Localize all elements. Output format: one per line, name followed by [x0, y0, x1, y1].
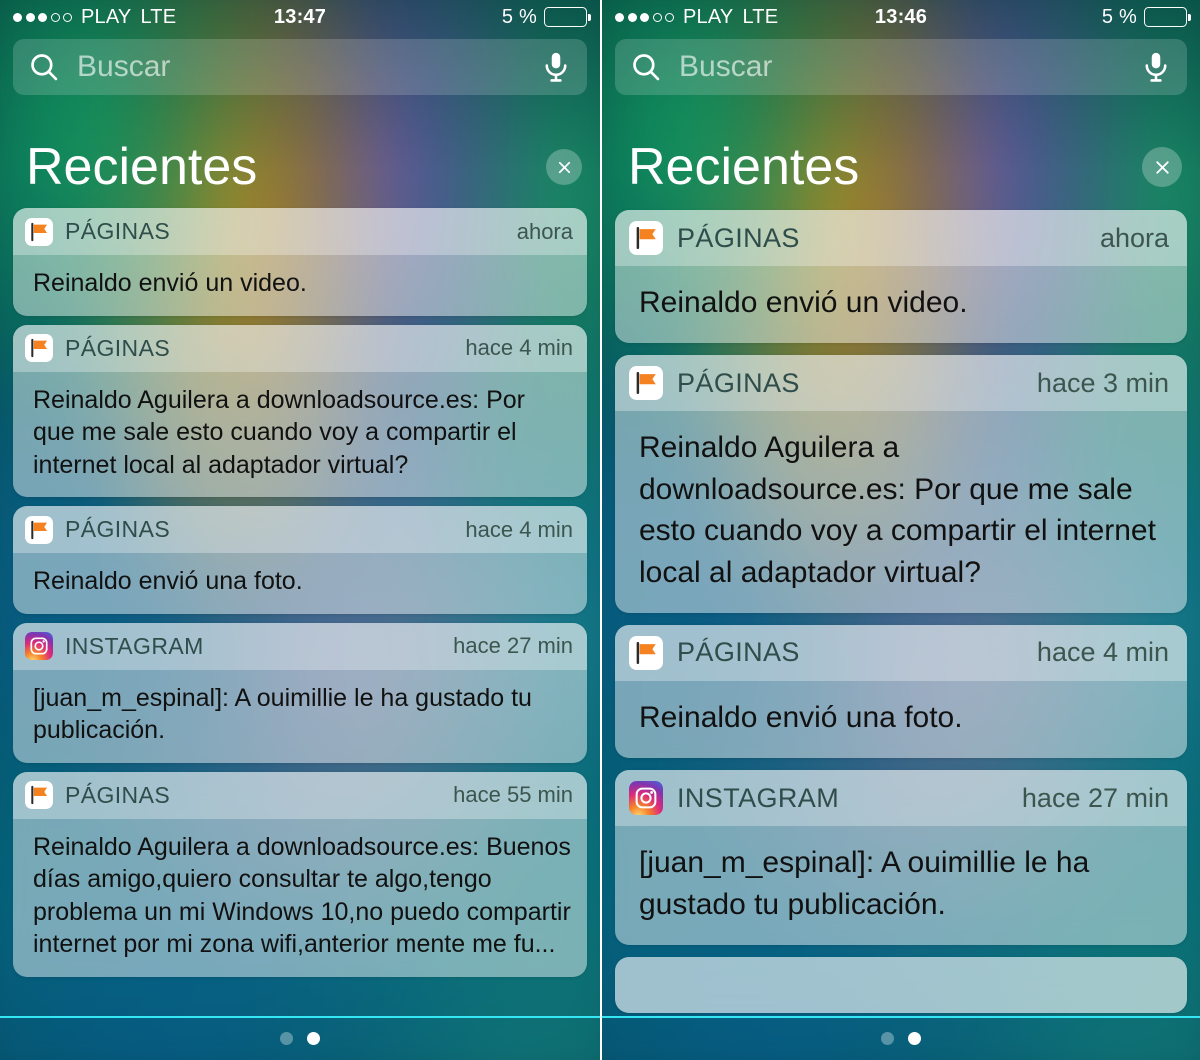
notification-header: INSTAGRAM hace 27 min	[615, 770, 1187, 827]
notification-body: Reinaldo envió una foto.	[639, 700, 963, 734]
notification-app-name: PÁGINAS	[65, 218, 171, 244]
notification-card[interactable]: PÁGINAS hace 3 min Reinaldo Aguilera a d…	[615, 355, 1187, 613]
notification-card[interactable]: PÁGINAS ahora Reinaldo envió un video.	[615, 210, 1187, 344]
pages-flag-icon	[629, 366, 663, 401]
notification-header: PÁGINAS hace 3 min	[615, 355, 1187, 412]
notification-card[interactable]: PÁGINAS hace 55 min Reinaldo Aguilera a …	[13, 771, 587, 977]
notification-body: Reinaldo Aguilera a downloadsource.es: B…	[33, 832, 571, 959]
page-dot-active[interactable]	[307, 1031, 320, 1045]
network-type: LTE	[140, 5, 177, 28]
recents-header: Recientes	[0, 128, 600, 206]
status-clock: 13:47	[273, 5, 327, 28]
notification-body: [juan_m_espinal]: A ouimillie le ha gust…	[639, 846, 1090, 921]
notification-list: PÁGINAS ahora Reinaldo envió un video. P…	[602, 210, 1200, 1014]
search-icon	[629, 50, 663, 84]
notification-card[interactable]: PÁGINAS hace 4 min Reinaldo envió una fo…	[13, 506, 587, 614]
close-icon	[1155, 160, 1169, 174]
search-input[interactable]: Buscar	[679, 50, 1139, 84]
battery-icon	[1144, 7, 1191, 27]
pages-flag-icon	[25, 515, 53, 544]
notification-app-name: INSTAGRAM	[65, 632, 204, 659]
left-panel: PLAY LTE 13:47 5 % Buscar Recientes PÁGI…	[0, 0, 600, 1060]
pages-flag-icon	[25, 334, 53, 362]
signal-strength-icon	[615, 12, 674, 22]
notification-header: PÁGINAS ahora	[615, 210, 1187, 266]
microphone-icon[interactable]	[1139, 50, 1173, 84]
notification-time: ahora	[516, 218, 573, 244]
notification-time: hace 55 min	[453, 782, 573, 807]
notification-card[interactable]: PÁGINAS hace 4 min Reinaldo Aguilera a d…	[13, 324, 587, 497]
search-icon	[27, 50, 61, 84]
notification-card[interactable]: INSTAGRAM hace 27 min [juan_m_espinal]: …	[615, 770, 1187, 946]
microphone-icon[interactable]	[539, 50, 573, 84]
notification-card[interactable]: PÁGINAS ahora Reinaldo envió un video.	[13, 208, 587, 316]
notification-header: INSTAGRAM hace 27 min	[13, 622, 587, 670]
notification-app-name: PÁGINAS	[677, 222, 800, 253]
notification-card-partial[interactable]	[615, 957, 1187, 1014]
notification-time: hace 27 min	[453, 633, 573, 658]
carrier-name: PLAY	[81, 5, 132, 28]
network-type: LTE	[742, 5, 779, 28]
notification-header: PÁGINAS hace 4 min	[13, 324, 587, 372]
search-bar[interactable]: Buscar	[13, 39, 587, 95]
notification-card[interactable]: INSTAGRAM hace 27 min [juan_m_espinal]: …	[13, 622, 587, 763]
page-dot[interactable]	[881, 1031, 894, 1045]
battery-icon	[544, 7, 591, 27]
battery-percent: 5 %	[1101, 5, 1137, 28]
notification-app-name: PÁGINAS	[677, 637, 800, 668]
pages-flag-icon	[25, 217, 53, 246]
search-bar[interactable]: Buscar	[615, 39, 1187, 95]
notification-header: PÁGINAS hace 4 min	[615, 624, 1187, 681]
battery-percent: 5 %	[501, 5, 537, 28]
pages-flag-icon	[629, 635, 663, 670]
notification-time: hace 4 min	[1036, 637, 1169, 668]
recents-header: Recientes	[602, 128, 1200, 206]
instagram-icon	[25, 632, 53, 660]
search-input[interactable]: Buscar	[77, 50, 539, 84]
page-title: Recientes	[26, 138, 258, 196]
notification-header: PÁGINAS ahora	[13, 208, 587, 255]
carrier-name: PLAY	[683, 5, 734, 28]
pages-flag-icon	[25, 781, 53, 809]
notification-body: Reinaldo Aguilera a downloadsource.es: P…	[639, 431, 1156, 589]
bottom-bar	[0, 1016, 600, 1060]
notification-header	[615, 957, 1187, 1014]
notification-body: Reinaldo envió un video.	[33, 269, 307, 297]
bottom-bar	[602, 1016, 1200, 1060]
notification-header: PÁGINAS hace 4 min	[13, 506, 587, 553]
page-dot[interactable]	[280, 1031, 293, 1045]
notification-list: PÁGINAS ahora Reinaldo envió un video. P…	[0, 208, 600, 977]
notification-app-name: PÁGINAS	[65, 781, 171, 808]
instagram-icon	[629, 781, 663, 816]
clear-notifications-button[interactable]	[546, 149, 582, 185]
notification-time: hace 3 min	[1036, 367, 1169, 398]
notification-time: hace 4 min	[465, 516, 573, 542]
notification-app-name: PÁGINAS	[65, 334, 171, 361]
clear-notifications-button[interactable]	[1142, 147, 1182, 187]
notification-body: Reinaldo envió un video.	[639, 286, 968, 319]
notification-body: Reinaldo envió una foto.	[33, 567, 303, 595]
notification-time: ahora	[1099, 222, 1169, 253]
page-dot-active[interactable]	[908, 1031, 921, 1045]
notification-app-name: INSTAGRAM	[677, 782, 840, 813]
notification-body: [juan_m_espinal]: A ouimillie le ha gust…	[33, 683, 532, 745]
right-panel: PLAY LTE 13:46 5 % Buscar Recientes PÁGI…	[600, 0, 1200, 1060]
notification-time: hace 27 min	[1021, 782, 1169, 813]
pages-flag-icon	[629, 221, 663, 255]
notification-time: hace 4 min	[465, 335, 573, 360]
dual-screenshot: PLAY LTE 13:47 5 % Buscar Recientes PÁGI…	[0, 0, 1200, 1060]
notification-header: PÁGINAS hace 55 min	[13, 771, 587, 819]
status-clock: 13:46	[874, 5, 928, 28]
page-indicator[interactable]	[0, 1016, 600, 1060]
notification-app-name: PÁGINAS	[677, 367, 800, 398]
status-bar: PLAY LTE 13:47 5 %	[0, 0, 600, 34]
signal-strength-icon	[13, 12, 72, 22]
page-indicator[interactable]	[602, 1016, 1200, 1060]
page-title: Recientes	[628, 138, 860, 196]
close-icon	[558, 161, 570, 173]
notification-body: Reinaldo Aguilera a downloadsource.es: P…	[33, 385, 525, 479]
notification-card[interactable]: PÁGINAS hace 4 min Reinaldo envió una fo…	[615, 624, 1187, 759]
status-bar: PLAY LTE 13:46 5 %	[602, 0, 1200, 34]
notification-app-name: PÁGINAS	[65, 516, 171, 542]
